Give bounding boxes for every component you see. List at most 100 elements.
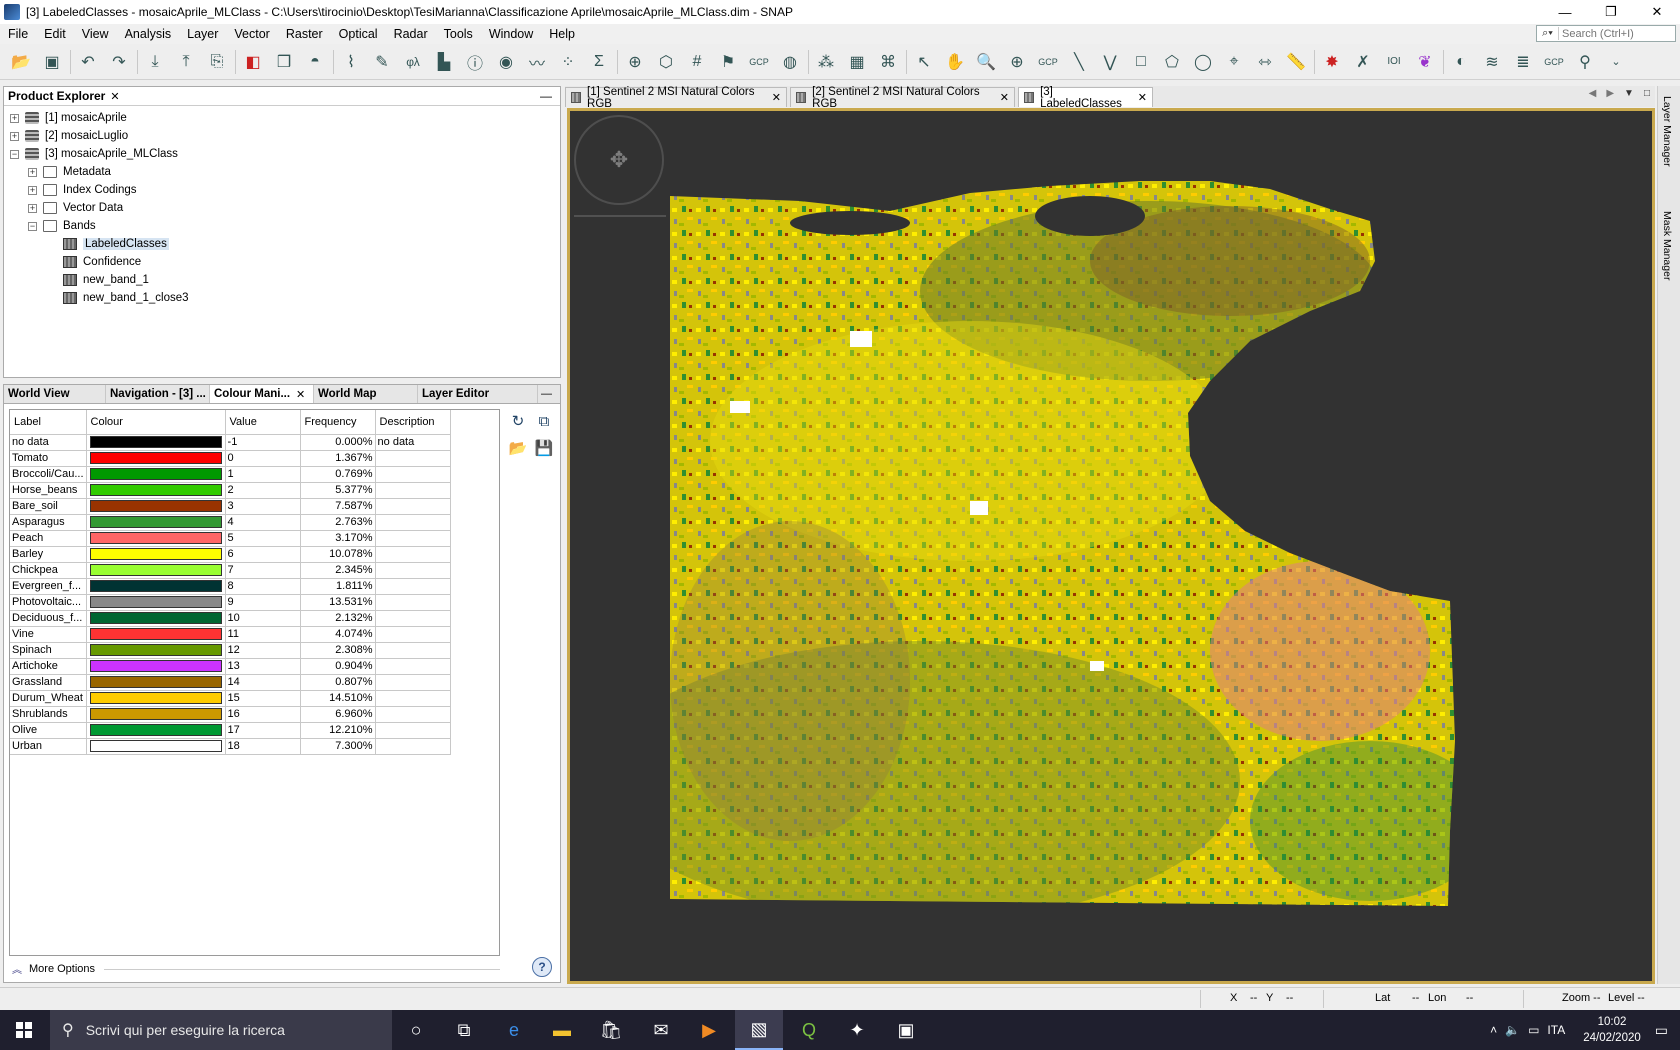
menu-tools[interactable]: Tools	[436, 27, 481, 41]
export-icon[interactable]: ⤒	[173, 49, 199, 75]
class-label-cell[interactable]: Artichoke	[10, 658, 87, 675]
class-description-cell[interactable]	[375, 610, 451, 627]
class-colour-cell[interactable]	[86, 658, 226, 675]
sum-icon[interactable]: Σ	[586, 49, 612, 75]
colour-swatch[interactable]	[89, 500, 222, 512]
search-tool-icon[interactable]: ⚲	[1572, 49, 1598, 75]
toolbar-overflow-icon[interactable]: ⌄	[1603, 49, 1629, 75]
table-row[interactable]: Grassland 14 0.807%	[10, 674, 451, 691]
polygon-tool-icon[interactable]: ⬠	[1159, 49, 1185, 75]
class-colour-cell[interactable]	[86, 530, 226, 547]
class-frequency-cell[interactable]: 2.132%	[300, 610, 376, 627]
image-view-canvas[interactable]: ✥	[567, 108, 1655, 984]
class-description-cell[interactable]	[375, 466, 451, 483]
colour-swatch[interactable]	[89, 532, 222, 544]
class-colour-cell[interactable]	[86, 594, 226, 611]
class-colour-cell[interactable]	[86, 722, 226, 739]
class-frequency-cell[interactable]: 7.587%	[300, 498, 376, 515]
class-value-cell[interactable]: 1	[225, 466, 301, 483]
class-value-cell[interactable]: 12	[225, 642, 301, 659]
class-value-cell[interactable]: 17	[225, 722, 301, 739]
minimize-panel-button[interactable]: —	[541, 388, 552, 400]
zoom-tool-icon[interactable]: 🔍	[973, 49, 999, 75]
notifications-icon[interactable]: ▭	[1655, 1022, 1668, 1039]
tree-folder-index-codings[interactable]: + Index Codings	[10, 181, 560, 199]
table-row[interactable]: Barley 6 10.078%	[10, 546, 451, 563]
expand-icon[interactable]: +	[28, 185, 37, 195]
colour-swatch[interactable]	[89, 660, 222, 672]
image-viewer-icon[interactable]: ▣	[882, 1010, 930, 1050]
class-colour-cell[interactable]	[86, 674, 226, 691]
tree-folder-metadata[interactable]: + Metadata	[10, 163, 560, 181]
colour-swatch[interactable]	[89, 676, 222, 688]
table-row[interactable]: Evergreen_f... 8 1.811%	[10, 578, 451, 595]
tree-product-2[interactable]: + [2] mosaicLuglio	[10, 127, 560, 145]
gcp-tool-icon[interactable]: GCP	[1035, 49, 1061, 75]
colour-swatch[interactable]	[89, 628, 222, 640]
tab-world-view[interactable]: World View	[4, 385, 106, 403]
table-row[interactable]: Olive 17 12.210%	[10, 722, 451, 739]
zoom-in-icon[interactable]: ⊕	[1004, 49, 1030, 75]
menu-edit[interactable]: Edit	[36, 27, 74, 41]
table-row[interactable]: no data -1 0.000% no data	[10, 434, 451, 451]
class-colour-cell[interactable]	[86, 562, 226, 579]
tray-overflow-icon[interactable]: ˄	[1490, 1023, 1497, 1037]
tab-doc-3[interactable]: [3] LabeledClasses ✕	[1018, 86, 1153, 110]
class-description-cell[interactable]	[375, 514, 451, 531]
satellite-app-icon[interactable]: ✦	[833, 1010, 881, 1050]
binary-icon[interactable]: IOI	[1381, 49, 1407, 75]
tab-world-map[interactable]: World Map	[314, 385, 418, 403]
class-frequency-cell[interactable]: 7.300%	[300, 738, 376, 755]
menu-layer[interactable]: Layer	[179, 27, 226, 41]
class-frequency-cell[interactable]: 2.345%	[300, 562, 376, 579]
scroll-right-icon[interactable]: ▶	[1606, 88, 1614, 99]
colour-palette-icon[interactable]: ◧	[240, 49, 266, 75]
collapse-icon[interactable]: −	[10, 149, 19, 159]
class-value-cell[interactable]: 5	[225, 530, 301, 547]
class-label-cell[interactable]: Tomato	[10, 450, 87, 467]
class-description-cell[interactable]	[375, 738, 451, 755]
line-tool-icon[interactable]: ╲	[1066, 49, 1092, 75]
class-label-cell[interactable]: no data	[10, 434, 87, 451]
class-frequency-cell[interactable]: 0.000%	[300, 434, 376, 451]
close-icon[interactable]: ✕	[296, 388, 305, 401]
terrain-icon[interactable]: ≋	[1479, 49, 1505, 75]
minimize-button[interactable]: —	[1542, 0, 1588, 24]
class-frequency-cell[interactable]: 2.763%	[300, 514, 376, 531]
class-frequency-cell[interactable]: 5.377%	[300, 482, 376, 499]
class-description-cell[interactable]	[375, 530, 451, 547]
menu-view[interactable]: View	[74, 27, 117, 41]
class-label-cell[interactable]: Urban	[10, 738, 87, 755]
class-frequency-cell[interactable]: 0.769%	[300, 466, 376, 483]
class-value-cell[interactable]: 15	[225, 690, 301, 707]
volume-icon[interactable]: 🔈	[1505, 1023, 1520, 1037]
information-icon[interactable]: ⓘ	[462, 49, 488, 75]
subset-icon[interactable]: ⊕	[622, 49, 648, 75]
class-frequency-cell[interactable]: 6.960%	[300, 706, 376, 723]
class-frequency-cell[interactable]: 0.904%	[300, 658, 376, 675]
colour-swatch[interactable]	[89, 548, 222, 560]
tree-band-new-band-1[interactable]: new_band_1	[10, 271, 560, 289]
cortana-icon[interactable]: ○	[392, 1010, 440, 1050]
table-row[interactable]: Durum_Wheat 15 14.510%	[10, 690, 451, 707]
ruler-icon[interactable]: 📏	[1283, 49, 1309, 75]
class-frequency-cell[interactable]: 3.170%	[300, 530, 376, 547]
class-colour-cell[interactable]	[86, 434, 226, 451]
class-frequency-cell[interactable]: 1.811%	[300, 578, 376, 595]
product-explorer-title[interactable]: Product Explorer	[8, 89, 105, 103]
class-colour-cell[interactable]	[86, 546, 226, 563]
profile-icon[interactable]: 〰	[524, 49, 550, 75]
expand-icon[interactable]: +	[10, 113, 19, 123]
mosaic-icon[interactable]: ⬡	[653, 49, 679, 75]
scatter-plot-icon[interactable]: ⁘	[555, 49, 581, 75]
tree-band-labeledclasses[interactable]: LabeledClasses	[10, 235, 560, 253]
colour-swatch[interactable]	[89, 596, 222, 608]
table-row[interactable]: Tomato 0 1.367%	[10, 450, 451, 467]
class-frequency-cell[interactable]: 10.078%	[300, 546, 376, 563]
tab-doc-1[interactable]: [1] Sentinel 2 MSI Natural Colors RGB ✕	[565, 86, 787, 110]
star-icon[interactable]: ✸	[1319, 49, 1345, 75]
class-value-cell[interactable]: 16	[225, 706, 301, 723]
grid-icon[interactable]: #	[684, 49, 710, 75]
table-row[interactable]: Deciduous_f... 10 2.132%	[10, 610, 451, 627]
qgis-icon[interactable]: Q	[785, 1010, 833, 1050]
